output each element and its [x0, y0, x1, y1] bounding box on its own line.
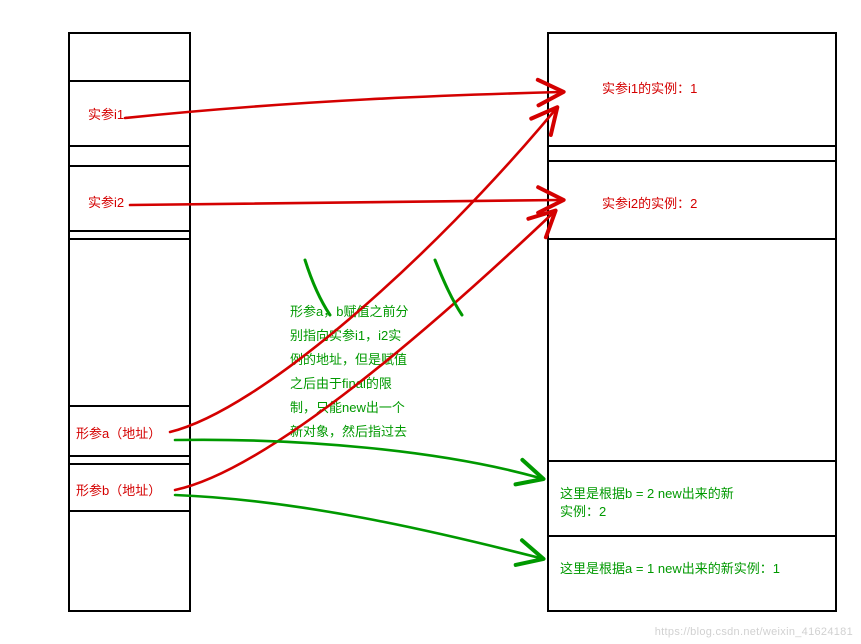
right-div-5	[547, 535, 837, 537]
left-cell-5-label: 形参a（地址）	[76, 425, 161, 443]
right-cell-2-label: 实参i2的实例：2	[602, 195, 697, 213]
right-div-2	[547, 160, 837, 162]
right-column-box	[547, 32, 837, 612]
arrow-i2-to-instance2	[130, 200, 560, 205]
left-div-8	[68, 463, 191, 465]
left-div-3	[68, 165, 191, 167]
diagram-canvas: 实参i1 实参i2 形参a（地址） 形参b（地址） 实参i1的实例：1 实参i2…	[0, 0, 861, 644]
left-cell-2-label: 实参i2	[88, 194, 124, 212]
watermark-text: https://blog.csdn.net/weixin_41624181	[655, 626, 853, 638]
left-div-2	[68, 145, 191, 147]
middle-note: 形参a，b赋值之前分 别指向实参i1，i2实 例的地址，但是赋值 之后由于fin…	[290, 300, 408, 444]
right-div-4	[547, 460, 837, 462]
right-cell-1-label: 实参i1的实例：1	[602, 80, 697, 98]
cut-mark-2	[435, 260, 462, 315]
left-div-6	[68, 405, 191, 407]
arrow-b-to-new-a	[175, 495, 540, 558]
left-column-box	[68, 32, 191, 612]
left-div-5	[68, 238, 191, 240]
left-div-9	[68, 510, 191, 512]
left-div-7	[68, 455, 191, 457]
left-cell-6-label: 形参b（地址）	[76, 482, 161, 500]
right-cell-5-label: 这里是根据b = 2 new出来的新 实例：2	[560, 485, 734, 521]
arrow-a-to-new-b	[175, 440, 540, 478]
right-cell-6-label: 这里是根据a = 1 new出来的新实例：1	[560, 560, 780, 578]
left-cell-1-label: 实参i1	[88, 106, 124, 124]
right-div-1	[547, 145, 837, 147]
left-div-1	[68, 80, 191, 82]
left-div-4	[68, 230, 191, 232]
right-div-3	[547, 238, 837, 240]
